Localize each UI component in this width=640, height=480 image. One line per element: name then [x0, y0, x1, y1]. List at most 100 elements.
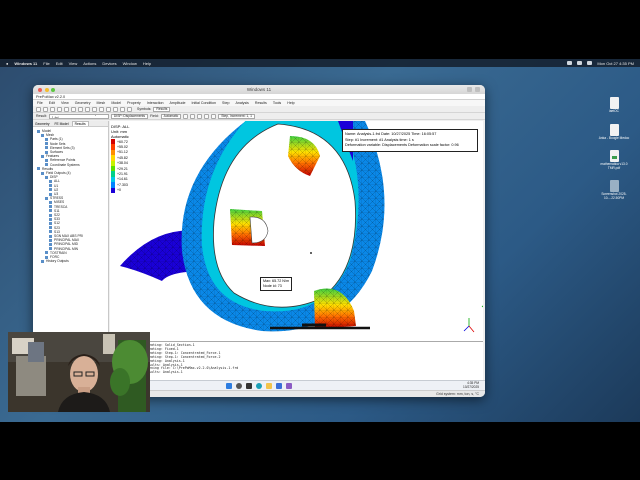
- main-toolbar: Symbols: Results: [33, 106, 485, 113]
- prev-increment-icon[interactable]: [190, 113, 196, 119]
- results-toolbar: Result: C:\PrePoMax-v2.2.0\test\analysis…: [33, 113, 485, 120]
- document-icon: [609, 97, 619, 109]
- apple-icon[interactable]: ●: [6, 61, 8, 66]
- document-icon: [609, 123, 619, 136]
- last-increment-icon[interactable]: [204, 113, 210, 119]
- menu-interaction[interactable]: Interaction: [147, 101, 164, 105]
- prepomax-taskbar-icon[interactable]: [286, 382, 292, 389]
- desktop-item[interactable]: iaetOC: [596, 97, 632, 114]
- menu-model[interactable]: Model: [111, 101, 121, 105]
- tree-node-icon: [49, 184, 52, 188]
- tree-node-icon: [45, 138, 48, 141]
- results-tree: Model Mesh Parts (1) Node Sets Element Sets …: [33, 127, 108, 264]
- step-increment-select[interactable]: Step, Increment: 1, 1: [218, 113, 255, 119]
- desktop-item[interactable]: mathematica v13.0 TMR.pdf: [596, 150, 632, 170]
- wifi-icon[interactable]: [577, 61, 583, 65]
- output-console[interactable]: Creating: Solid_Section-1 Creating: Fixed…: [141, 341, 483, 380]
- mac-clock[interactable]: Mon Oct 27 4:35 PM: [597, 61, 634, 66]
- mac-app-name[interactable]: Windows 11: [14, 61, 37, 66]
- animate-icon[interactable]: [211, 113, 217, 119]
- menu-view[interactable]: View: [61, 101, 69, 105]
- webcam-feed-image: [8, 332, 150, 412]
- rotate-icon[interactable]: [78, 106, 83, 112]
- menu-edit[interactable]: Edit: [49, 101, 55, 105]
- settings-icon[interactable]: [467, 87, 472, 92]
- mac-menu-help[interactable]: Help: [143, 61, 151, 66]
- tree-item[interactable]: History Outputs: [37, 259, 108, 263]
- field-select[interactable]: DISP: Displacements: [110, 113, 149, 119]
- open-icon[interactable]: [43, 106, 48, 112]
- redo-icon[interactable]: [64, 106, 69, 112]
- desktop-icons: iaetOC Anka - Boogie Medoc mathematica v…: [596, 97, 632, 210]
- menu-analysis[interactable]: Analysis: [235, 101, 248, 105]
- tree-node-icon: [49, 247, 52, 251]
- menu-file[interactable]: File: [37, 101, 43, 105]
- section-icon[interactable]: [113, 106, 118, 112]
- mac-menubar: ● Windows 11 File Edit View Actions Devi…: [0, 59, 640, 67]
- menu-amplitude[interactable]: Amplitude: [169, 101, 185, 105]
- menu-property[interactable]: Property: [127, 101, 141, 105]
- tab-geometry[interactable]: Geometry: [33, 121, 51, 126]
- desktop-item[interactable]: Anka - Boogie Medoc: [596, 123, 632, 141]
- edge-icon[interactable]: [256, 382, 262, 389]
- query-icon[interactable]: [127, 106, 132, 112]
- symbols-select[interactable]: Results: [153, 106, 171, 112]
- tab-fe-model[interactable]: FE Model: [52, 121, 70, 126]
- component-select[interactable]: Automatic: [160, 113, 182, 119]
- new-icon[interactable]: [36, 106, 41, 112]
- close-button[interactable]: [38, 87, 42, 92]
- legend-value: +45.82: [117, 155, 128, 160]
- control-center-icon[interactable]: [587, 61, 593, 65]
- save-icon[interactable]: [50, 106, 55, 112]
- legend-value: +55.02: [117, 145, 128, 150]
- task-view-icon[interactable]: [246, 382, 252, 389]
- undo-icon[interactable]: [57, 106, 62, 112]
- wireframe-icon[interactable]: [106, 106, 111, 112]
- battery-icon[interactable]: [567, 61, 573, 65]
- desktop-item[interactable]: Screenshot 2025-10-...22.50PM: [596, 180, 632, 200]
- explode-icon[interactable]: [120, 106, 125, 112]
- mac-menu-window[interactable]: Window: [123, 61, 137, 66]
- menu-geometry[interactable]: Geometry: [75, 101, 91, 105]
- mac-menu-edit[interactable]: Edit: [56, 61, 63, 66]
- usb-icon[interactable]: [475, 87, 480, 92]
- tree-node-icon: [49, 230, 52, 234]
- max-node-id: Node id: 73: [263, 284, 282, 288]
- zoom-fit-icon[interactable]: [71, 106, 76, 112]
- fe-mesh-model[interactable]: [110, 121, 483, 341]
- taskbar-clock[interactable]: 4:35 PM 10/27/2025: [463, 381, 479, 390]
- tree-node-icon: [49, 201, 52, 205]
- result-label: Result:: [36, 114, 47, 118]
- store-icon[interactable]: [276, 382, 282, 389]
- legend-value: +0: [117, 188, 121, 193]
- menu-mesh[interactable]: Mesh: [97, 101, 106, 105]
- mac-menu-file[interactable]: File: [43, 61, 49, 66]
- menu-initial-condition[interactable]: Initial Condition: [191, 101, 216, 105]
- tree-item-label: Coordinate Systems: [50, 162, 80, 167]
- menu-step[interactable]: Step: [222, 101, 229, 105]
- menu-tools[interactable]: Tools: [273, 101, 281, 105]
- next-increment-icon[interactable]: [197, 113, 203, 119]
- legend-row: +0: [111, 187, 129, 193]
- shaded-icon[interactable]: [99, 106, 104, 112]
- window-titlebar[interactable]: Windows 11: [33, 85, 485, 94]
- tree-node-icon: [45, 175, 48, 179]
- fullscreen-button[interactable]: [51, 87, 55, 92]
- tree-node-icon: [41, 154, 44, 158]
- menu-results[interactable]: Results: [255, 101, 267, 105]
- menu-help[interactable]: Help: [287, 101, 294, 105]
- 3d-viewport[interactable]: DISP: ALL Unit: mm Automatic +60.72 +55.0…: [110, 121, 483, 341]
- minimize-button[interactable]: [44, 87, 49, 92]
- tab-results[interactable]: Results: [71, 121, 89, 126]
- first-increment-icon[interactable]: [183, 113, 189, 119]
- spreadsheet-icon: [609, 150, 619, 163]
- result-file-select[interactable]: C:\PrePoMax-v2.2.0\test\analysis-1.frd: [48, 113, 109, 119]
- search-icon[interactable]: [236, 382, 242, 389]
- windows-start-icon[interactable]: [226, 382, 232, 389]
- view-iso-icon[interactable]: [92, 106, 97, 112]
- file-explorer-icon[interactable]: [266, 382, 272, 389]
- mac-menu-actions[interactable]: Actions: [83, 61, 96, 66]
- view-front-icon[interactable]: [85, 106, 90, 112]
- mac-menu-view[interactable]: View: [69, 61, 78, 66]
- mac-menu-devices[interactable]: Devices: [102, 61, 116, 66]
